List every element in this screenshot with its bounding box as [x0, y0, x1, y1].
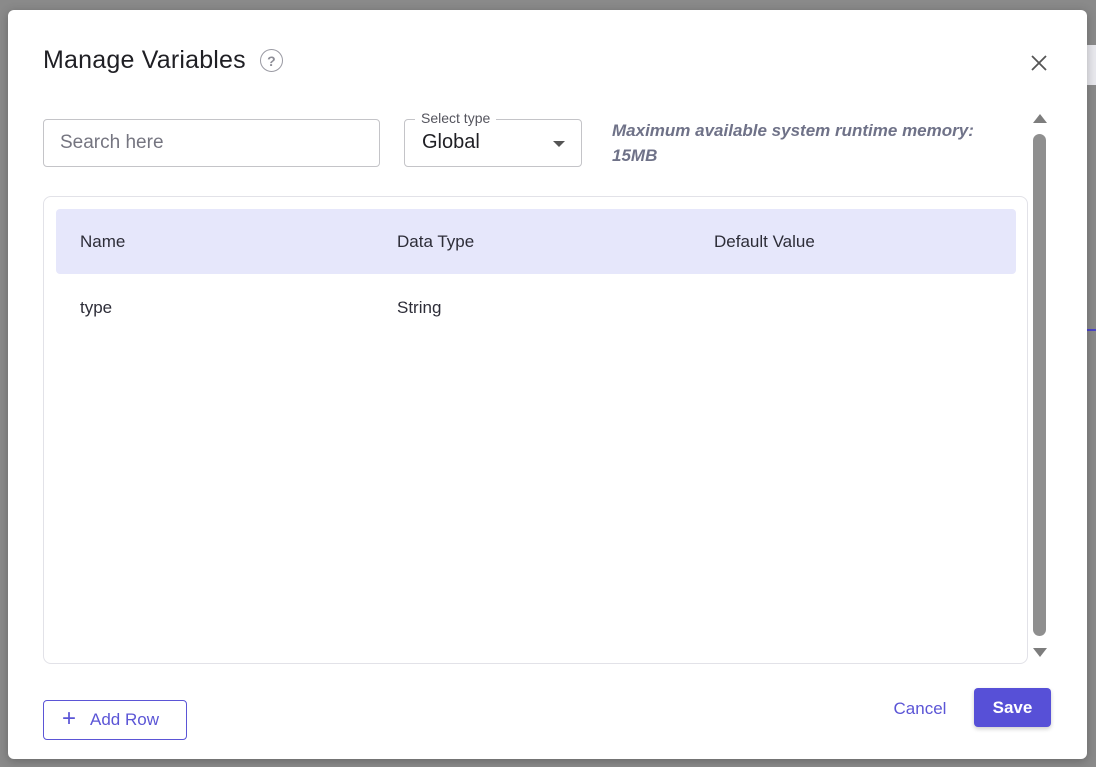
plus-icon: + [62, 704, 77, 732]
backdrop-left-edge [0, 50, 8, 100]
cell-data-type: String [397, 298, 442, 317]
type-select[interactable]: Select type Global [404, 110, 582, 167]
variables-table: Name Data Type Default Value type String [43, 196, 1028, 664]
dialog-title: Manage Variables [43, 46, 246, 74]
help-icon[interactable]: ? [259, 49, 283, 72]
scroll-down-arrow-icon[interactable] [1033, 648, 1047, 657]
add-row-label: Add Row [90, 710, 159, 729]
cell-name: type [80, 298, 113, 317]
scroll-up-arrow-icon[interactable] [1033, 114, 1047, 123]
column-header-name: Name [80, 231, 126, 251]
select-type-value: Global [422, 131, 480, 153]
dialog-header: Manage Variables ? [43, 46, 283, 75]
save-button[interactable]: Save [974, 688, 1051, 727]
memory-note: Maximum available system runtime memory:… [612, 121, 974, 165]
manage-variables-dialog: Manage Variables ? Select type Global Ma… [8, 10, 1087, 759]
table-row[interactable]: type String [56, 275, 1016, 341]
add-row-button[interactable]: + Add Row [43, 700, 187, 740]
cancel-button[interactable]: Cancel [880, 694, 960, 724]
search-input[interactable] [43, 119, 380, 167]
backdrop-right-edge [1087, 45, 1096, 85]
scroll-thumb[interactable] [1033, 134, 1046, 636]
caret-down-icon [553, 141, 565, 147]
close-icon[interactable] [1028, 52, 1050, 74]
select-type-label: Select type [415, 110, 497, 126]
column-header-default-value: Default Value [714, 231, 815, 251]
column-header-data-type: Data Type [397, 231, 475, 251]
backdrop-accent-line [1087, 329, 1096, 331]
table-header: Name Data Type Default Value [56, 209, 1016, 274]
vertical-scrollbar[interactable] [1031, 110, 1048, 662]
